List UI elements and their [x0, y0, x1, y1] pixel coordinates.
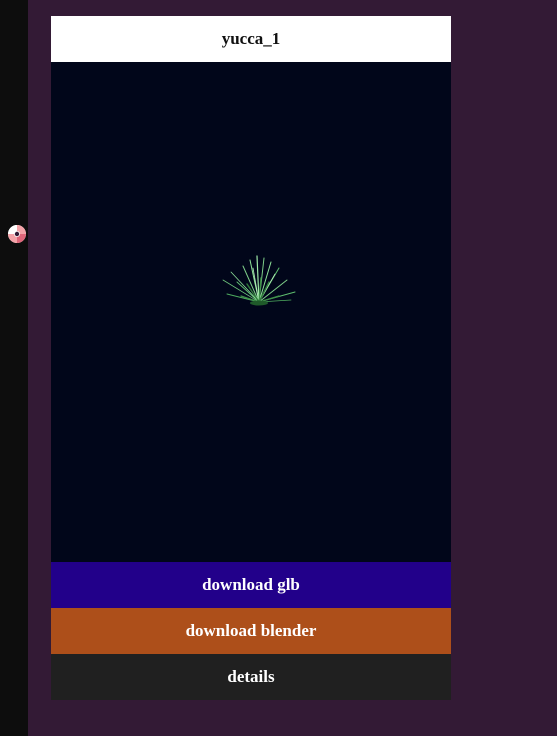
model-title: yucca_1 — [51, 16, 451, 62]
left-sidebar — [0, 0, 28, 736]
yucca-plant-model — [222, 255, 296, 306]
download-blender-button[interactable]: download blender — [51, 608, 451, 654]
app-root: yucca_1 download glb download blender de… — [0, 0, 557, 736]
model-card: yucca_1 download glb download blender de… — [51, 16, 451, 700]
swirl-logo-icon[interactable] — [6, 223, 28, 245]
details-button[interactable]: details — [51, 654, 451, 700]
download-glb-button[interactable]: download glb — [51, 562, 451, 608]
model-viewer[interactable] — [51, 62, 451, 562]
